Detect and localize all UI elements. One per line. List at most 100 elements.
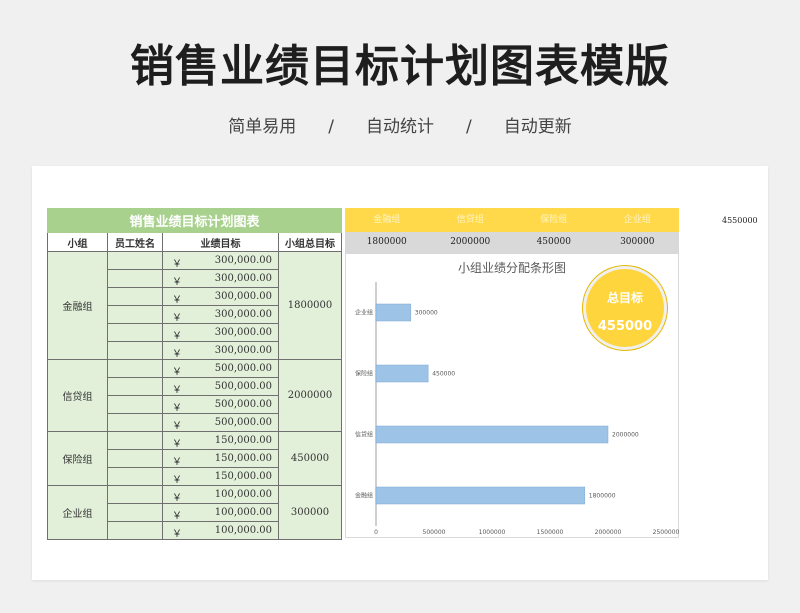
employee-name-cell[interactable] <box>107 395 163 414</box>
page-title: 销售业绩目标计划图表模版 <box>130 41 670 92</box>
feature-item: 自动更新 <box>503 117 572 137</box>
target-amount-cell[interactable]: ￥ 500,000.00 <box>162 377 279 396</box>
target-amount-cell[interactable]: ￥ 300,000.00 <box>162 287 279 306</box>
target-amount-value: 100,000.00 <box>214 525 272 536</box>
employee-name-cell[interactable] <box>107 431 163 450</box>
employee-name-cell[interactable] <box>107 377 163 396</box>
feature-list: 简单易用 / 自动统计 / 自动更新 <box>0 112 800 137</box>
x-tick-label: 500000 <box>423 529 446 536</box>
currency-symbol: ￥ <box>172 313 182 324</box>
x-tick-label: 2500000 <box>653 529 680 536</box>
target-amount-cell[interactable]: ￥ 500,000.00 <box>162 395 279 414</box>
employee-name-cell[interactable] <box>107 269 163 288</box>
summary-group-name: 信贷组 <box>456 215 484 225</box>
target-amount-value: 300,000.00 <box>214 255 272 266</box>
employee-name-cell[interactable] <box>107 449 163 468</box>
data-label: 450000 <box>432 371 455 378</box>
feature-separator: / <box>328 117 334 137</box>
bar <box>375 303 412 322</box>
employee-name-cell[interactable] <box>107 251 163 270</box>
target-amount-cell[interactable]: ￥ 300,000.00 <box>162 341 279 360</box>
target-amount-value: 150,000.00 <box>214 435 272 446</box>
summary-group-value: 1800000 <box>366 237 407 247</box>
target-amount-value: 300,000.00 <box>214 327 272 338</box>
data-label: 1800000 <box>589 493 616 500</box>
target-amount-cell[interactable]: ￥ 150,000.00 <box>162 431 279 450</box>
category-label: 信贷组 <box>355 431 373 439</box>
table-row: 保险组 ￥ 150,000.00 450000 <box>47 431 343 486</box>
x-tick-label: 1000000 <box>479 529 506 536</box>
bar <box>375 364 429 383</box>
employee-name-cell[interactable] <box>107 467 163 486</box>
summary-group-name: 保险组 <box>540 215 568 225</box>
employee-name-cell[interactable] <box>107 305 163 324</box>
spreadsheet-card: 销售业绩目标计划图表 小组 员工姓名 业绩目标 小组总目标 金融组 ￥ 300,00… <box>32 166 768 580</box>
data-label: 2000000 <box>612 432 639 439</box>
bar <box>375 425 609 444</box>
target-amount-cell[interactable]: ￥ 300,000.00 <box>162 323 279 342</box>
x-tick-label: 0 <box>374 529 378 536</box>
summary-group-name: 企业组 <box>623 215 651 225</box>
target-amount-cell[interactable]: ￥ 300,000.00 <box>162 251 279 270</box>
group-name-cell: 信贷组 <box>47 359 108 432</box>
feature-item: 自动统计 <box>366 117 434 137</box>
currency-symbol: ￥ <box>172 457 182 468</box>
employee-name-cell[interactable] <box>107 413 163 432</box>
target-amount-value: 500,000.00 <box>214 417 272 428</box>
currency-symbol: ￥ <box>172 259 182 270</box>
currency-symbol: ￥ <box>172 475 182 486</box>
data-label: 300000 <box>415 310 438 317</box>
total-target-badge: 总目标 455000 <box>583 266 667 350</box>
target-amount-value: 100,000.00 <box>214 507 272 518</box>
header-target: 业绩目标 <box>162 232 279 252</box>
currency-symbol: ￥ <box>172 511 182 522</box>
target-amount-cell[interactable]: ￥ 150,000.00 <box>162 449 279 468</box>
target-amount-cell[interactable]: ￥ 500,000.00 <box>162 413 279 432</box>
group-name-cell: 金融组 <box>47 251 108 360</box>
currency-symbol: ￥ <box>172 493 182 504</box>
target-amount-cell[interactable]: ￥ 300,000.00 <box>162 269 279 288</box>
employee-name-cell[interactable] <box>107 485 163 504</box>
currency-symbol: ￥ <box>172 529 182 540</box>
currency-symbol: ￥ <box>172 421 182 432</box>
target-amount-cell[interactable]: ￥ 150,000.00 <box>162 467 279 486</box>
employee-name-cell[interactable] <box>107 341 163 360</box>
target-amount-cell[interactable]: ￥ 500,000.00 <box>162 359 279 378</box>
target-amount-value: 300,000.00 <box>214 273 272 284</box>
target-amount-value: 100,000.00 <box>214 489 272 500</box>
group-total-cell: 450000 <box>277 431 343 486</box>
total-target-value: 455000 <box>597 319 653 334</box>
currency-symbol: ￥ <box>172 277 182 288</box>
target-amount-cell[interactable]: ￥ 100,000.00 <box>162 503 279 522</box>
employee-name-cell[interactable] <box>107 323 163 342</box>
table-row: 金融组 ￥ 300,000.00 1800000 <box>47 251 343 360</box>
employee-name-cell[interactable] <box>107 359 163 378</box>
group-total-cell: 1800000 <box>277 251 343 360</box>
target-amount-value: 300,000.00 <box>214 345 272 356</box>
table-row: 企业组 ￥ 100,000.00 300000 <box>47 485 343 540</box>
group-total-cell: 2000000 <box>277 359 343 432</box>
employee-name-cell[interactable] <box>107 287 163 306</box>
currency-symbol: ￥ <box>172 403 182 414</box>
target-amount-value: 500,000.00 <box>214 381 272 392</box>
employee-name-cell[interactable] <box>107 503 163 522</box>
group-name-cell: 保险组 <box>47 431 108 486</box>
x-tick-label: 2000000 <box>595 529 622 536</box>
target-amount-cell[interactable]: ￥ 300,000.00 <box>162 305 279 324</box>
summary-value-row: 1800000 2000000 450000 300000 <box>345 232 679 253</box>
target-amount-value: 300,000.00 <box>214 291 272 302</box>
x-tick-label: 1500000 <box>537 529 564 536</box>
currency-symbol: ￥ <box>172 349 182 360</box>
header-group-total: 小组总目标 <box>277 232 343 252</box>
employee-name-cell[interactable] <box>107 521 163 540</box>
currency-symbol: ￥ <box>172 367 182 378</box>
group-total-cell: 300000 <box>277 485 343 540</box>
bar-chart: 小组业绩分配条形图 企业组 300000 保险组 450000 信贷组 2000000 金融… <box>345 253 680 538</box>
target-amount-cell[interactable]: ￥ 100,000.00 <box>162 485 279 504</box>
target-amount-value: 150,000.00 <box>214 453 272 464</box>
target-amount-cell[interactable]: ￥ 100,000.00 <box>162 521 279 540</box>
target-amount-value: 300,000.00 <box>214 309 272 320</box>
sales-target-table: 销售业绩目标计划图表 小组 员工姓名 业绩目标 小组总目标 金融组 ￥ 300,00… <box>46 208 343 540</box>
table-title: 销售业绩目标计划图表 <box>46 208 343 233</box>
currency-symbol: ￥ <box>172 385 182 396</box>
